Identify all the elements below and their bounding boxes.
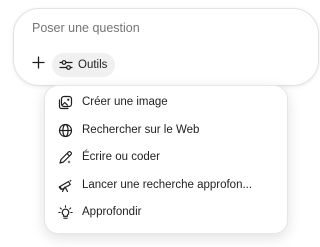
menu-item-label: Rechercher sur le Web (82, 124, 200, 136)
prompt-composer: Outils (13, 8, 319, 86)
tools-label: Outils (78, 59, 108, 71)
lightbulb-icon (57, 204, 73, 220)
prompt-input[interactable] (32, 21, 272, 35)
telescope-icon (57, 177, 73, 193)
menu-item-web-search[interactable]: Rechercher sur le Web (45, 118, 287, 142)
chat-screen: Outils Créer une image (0, 0, 319, 247)
pen-icon (57, 149, 73, 165)
menu-item-create-image[interactable]: Créer une image (45, 90, 287, 114)
tools-menu: Créer une image Rechercher sur le Web Éc… (44, 85, 288, 234)
globe-icon (57, 122, 73, 138)
plus-icon (31, 56, 45, 74)
add-attachment-button[interactable] (28, 55, 48, 75)
menu-item-label: Écrire ou coder (82, 151, 160, 163)
menu-item-label: Lancer une recherche approfon... (82, 179, 253, 191)
tools-button[interactable]: Outils (52, 53, 116, 77)
menu-item-label: Approfondir (82, 206, 142, 218)
menu-item-think-deeper[interactable]: Approfondir (45, 200, 287, 224)
menu-item-deep-research[interactable]: Lancer une recherche approfon... (45, 173, 287, 197)
image-icon (57, 94, 73, 110)
menu-item-label: Créer une image (82, 96, 168, 108)
sliders-icon (59, 59, 73, 71)
menu-item-write-code[interactable]: Écrire ou coder (45, 145, 287, 169)
